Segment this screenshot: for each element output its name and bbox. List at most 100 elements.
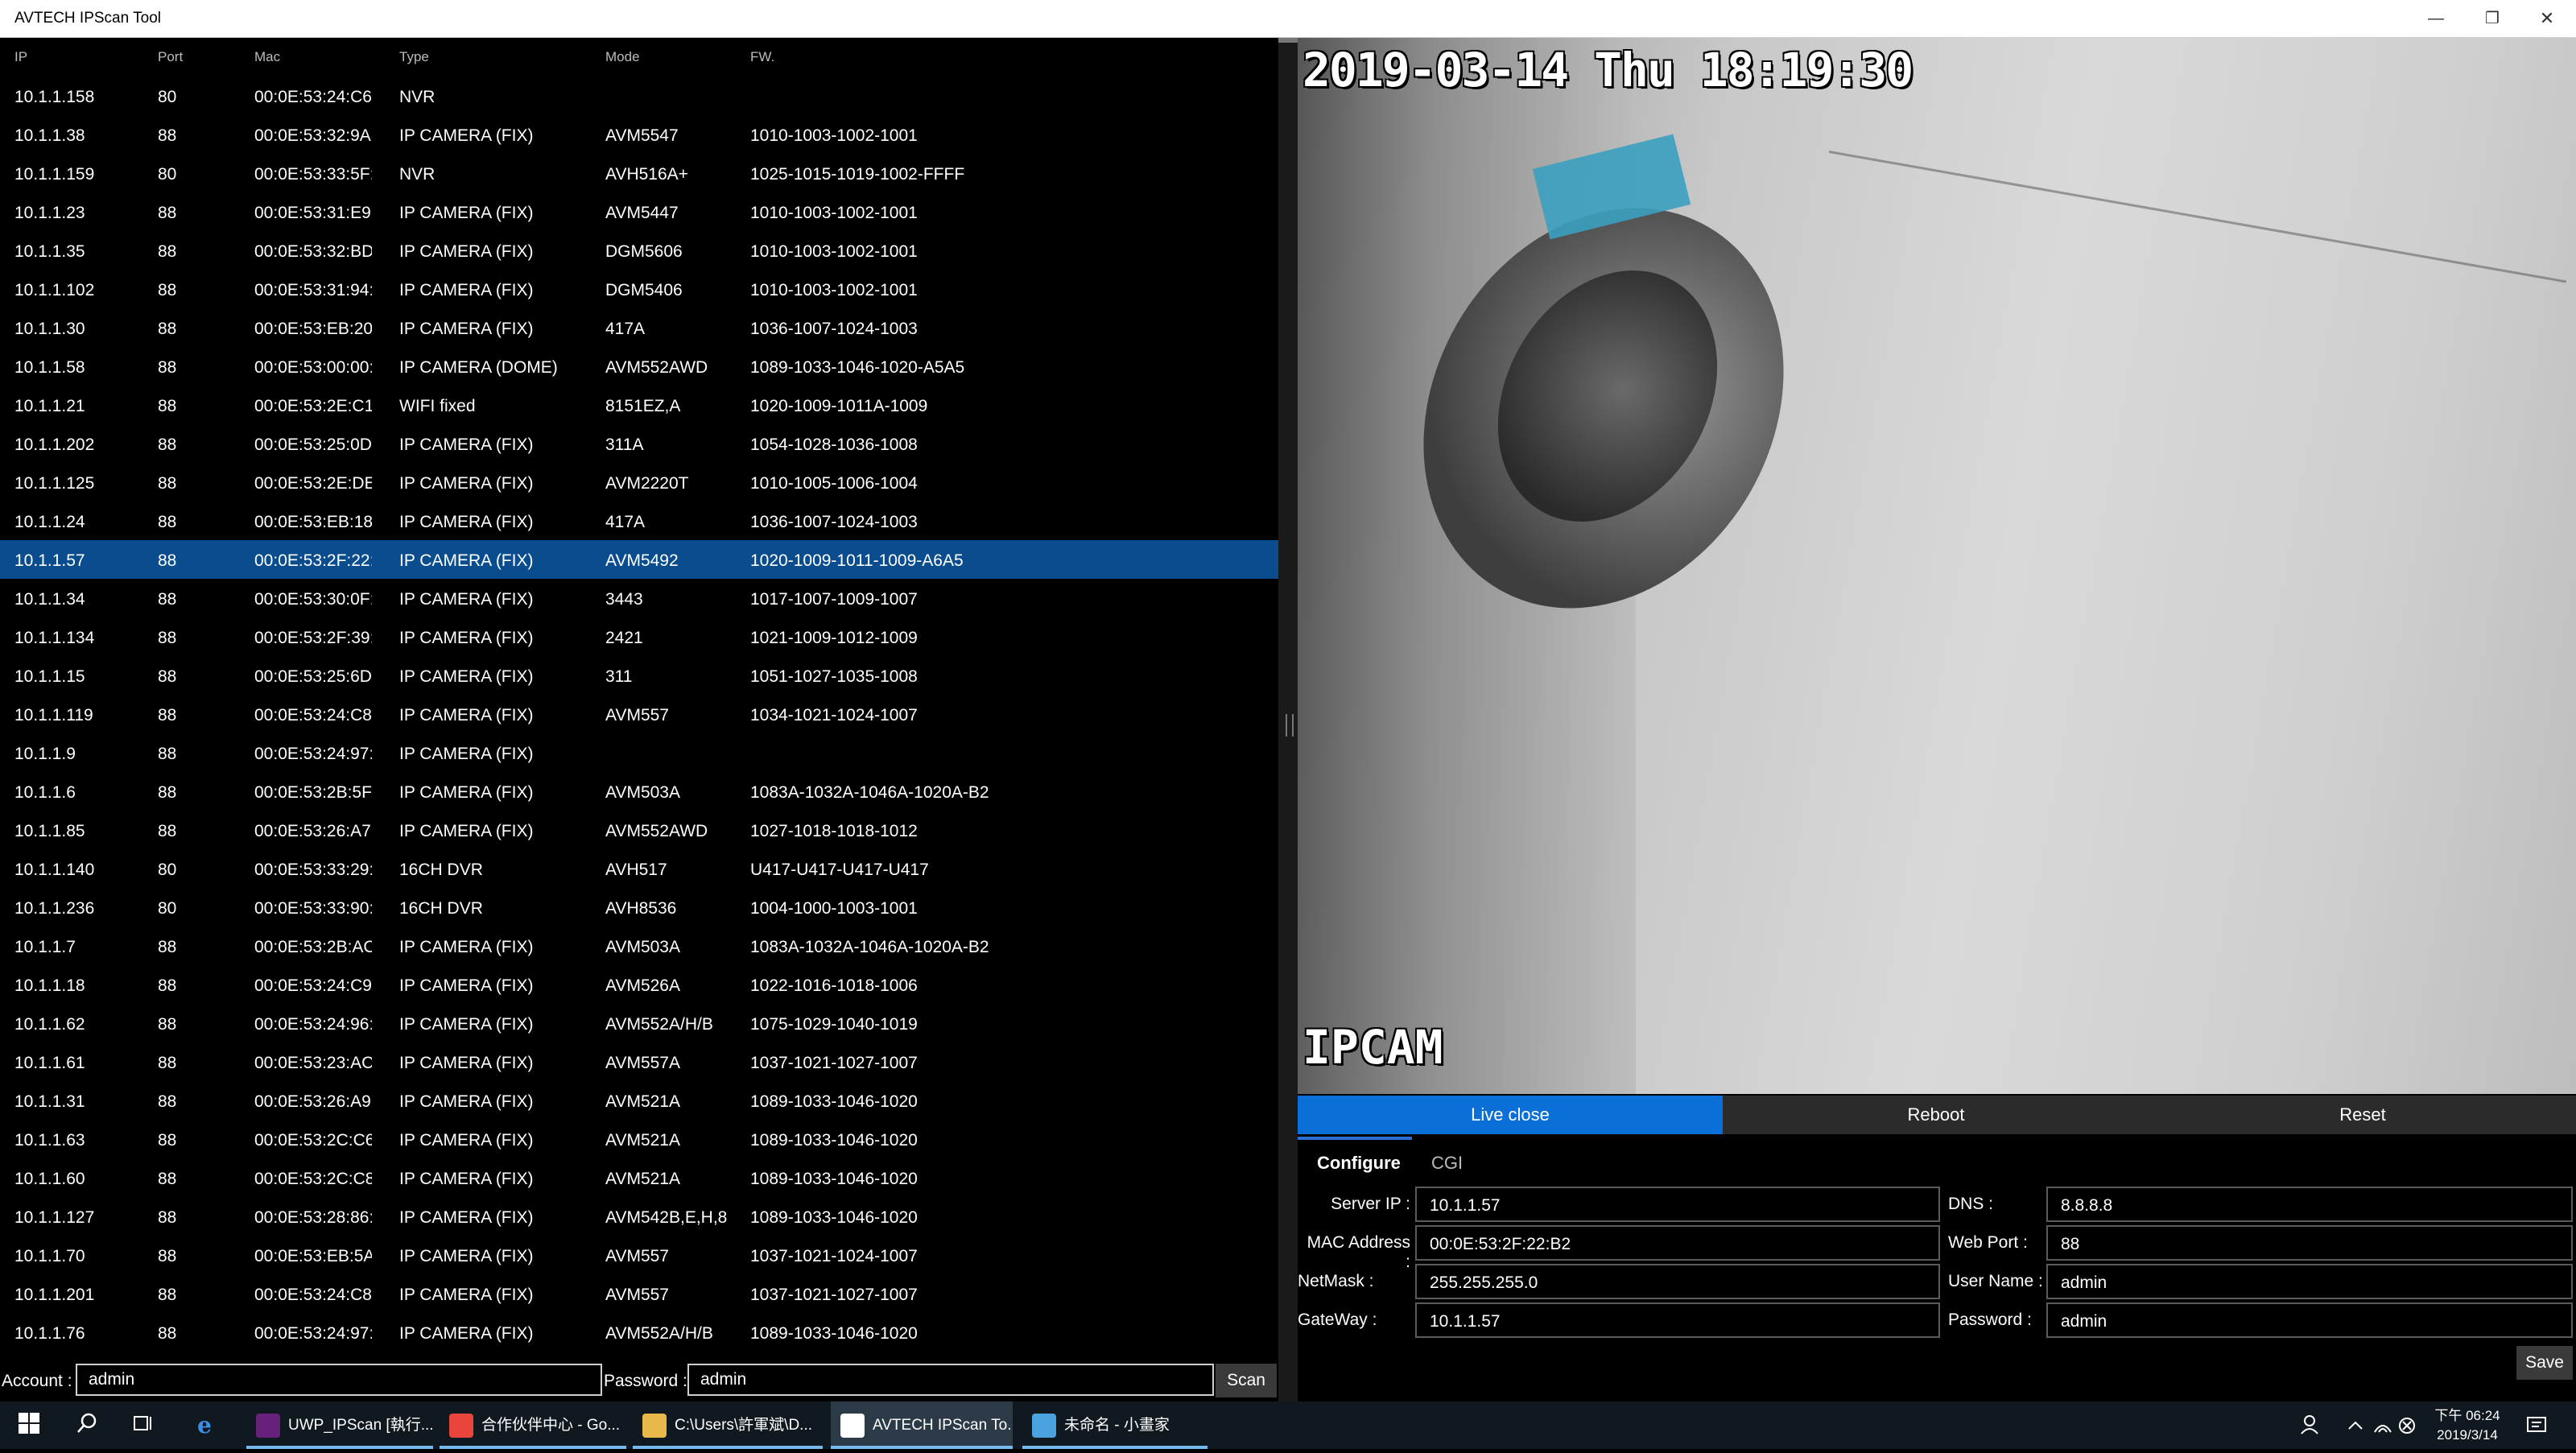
reset-button[interactable]: Reset bbox=[2149, 1096, 2576, 1134]
cell-fw: 1075-1029-1040-1019 bbox=[750, 1015, 918, 1034]
table-row[interactable]: 10.1.1.35 88 00:0E:53:32:BD IP CAMERA (FIX)… bbox=[0, 231, 1278, 270]
table-row-selected[interactable]: 10.1.1.57 88 00:0E:53:2F:22: IP CAMERA (FIX… bbox=[0, 540, 1278, 579]
cell-ip: 10.1.1.76 bbox=[14, 1324, 85, 1343]
header-fw[interactable]: FW. bbox=[750, 49, 774, 65]
table-row[interactable]: 10.1.1.31 88 00:0E:53:26:A9 IP CAMERA (FIX)… bbox=[0, 1081, 1278, 1120]
server-ip-field[interactable]: 10.1.1.57 bbox=[1415, 1187, 1940, 1222]
cell-mode: 2421 bbox=[605, 629, 643, 647]
table-row[interactable]: 10.1.1.30 88 00:0E:53:EB:20: IP CAMERA (FIX… bbox=[0, 308, 1278, 347]
netmask-field[interactable]: 255.255.255.0 bbox=[1415, 1264, 1940, 1299]
taskbar-app-3[interactable]: AVTECH IPScan To... bbox=[831, 1401, 1013, 1449]
table-row[interactable]: 10.1.1.119 88 00:0E:53:24:C8 IP CAMERA (FIX… bbox=[0, 695, 1278, 733]
table-row[interactable]: 10.1.1.38 88 00:0E:53:32:9A IP CAMERA (FIX)… bbox=[0, 115, 1278, 154]
user-name-field[interactable]: admin bbox=[2046, 1264, 2573, 1299]
table-row[interactable]: 10.1.1.236 80 00:0E:53:33:90: 16CH DVR AVH85… bbox=[0, 888, 1278, 927]
cell-type: IP CAMERA (FIX) bbox=[399, 551, 534, 570]
windows-start-icon[interactable] bbox=[14, 1411, 43, 1440]
save-button[interactable]: Save bbox=[2516, 1346, 2573, 1380]
web-port-field[interactable]: 88 bbox=[2046, 1225, 2573, 1261]
cell-fw: 1089-1033-1046-1020 bbox=[750, 1131, 918, 1150]
table-row[interactable]: 10.1.1.140 80 00:0E:53:33:29: 16CH DVR AVH51… bbox=[0, 849, 1278, 888]
header-port[interactable]: Port bbox=[158, 49, 183, 65]
table-row[interactable]: 10.1.1.15 88 00:0E:53:25:6D IP CAMERA (FIX)… bbox=[0, 656, 1278, 695]
table-row[interactable]: 10.1.1.60 88 00:0E:53:2C:C8 IP CAMERA (FIX)… bbox=[0, 1158, 1278, 1197]
tab-configure[interactable]: Configure bbox=[1317, 1153, 1401, 1174]
table-row[interactable]: 10.1.1.134 88 00:0E:53:2F:39: IP CAMERA (FI… bbox=[0, 617, 1278, 656]
cell-mode: AVM526A bbox=[605, 976, 680, 995]
system-clock[interactable]: 下午 06:24 2019/3/14 bbox=[2423, 1406, 2512, 1445]
cell-mac: 00:0E:53:24:97: bbox=[254, 745, 372, 763]
cell-fw: 1027-1018-1018-1012 bbox=[750, 822, 918, 840]
taskbar-app-2[interactable]: C:\Users\許軍斌\D... bbox=[633, 1401, 823, 1449]
mac-address-field[interactable]: 00:0E:53:2F:22:B2 bbox=[1415, 1225, 1940, 1261]
tab-cgi[interactable]: CGI bbox=[1431, 1153, 1463, 1174]
table-row[interactable]: 10.1.1.7 88 00:0E:53:2B:AC IP CAMERA (FIX) A… bbox=[0, 927, 1278, 965]
cell-port: 88 bbox=[158, 745, 177, 763]
table-row[interactable]: 10.1.1.201 88 00:0E:53:24:C8: IP CAMERA (FI… bbox=[0, 1274, 1278, 1313]
table-row[interactable]: 10.1.1.158 80 00:0E:53:24:C6: NVR bbox=[0, 76, 1278, 115]
task-view-icon[interactable] bbox=[129, 1411, 158, 1440]
table-row[interactable]: 10.1.1.6 88 00:0E:53:2B:5F: IP CAMERA (FIX)… bbox=[0, 772, 1278, 811]
table-row[interactable]: 10.1.1.76 88 00:0E:53:24:97: IP CAMERA (FIX… bbox=[0, 1313, 1278, 1352]
taskbar: e UWP_IPScan [執行... 合作伙伴中心 - Go... C:\User… bbox=[0, 1401, 2576, 1449]
password-input[interactable]: admin bbox=[687, 1364, 1214, 1396]
table-row[interactable]: 10.1.1.102 88 00:0E:53:31:94: IP CAMERA (FI… bbox=[0, 270, 1278, 308]
scrollbar-thumb[interactable] bbox=[1278, 38, 1298, 43]
header-type[interactable]: Type bbox=[399, 49, 429, 65]
account-label: Account : bbox=[2, 1372, 72, 1390]
table-row[interactable]: 10.1.1.34 88 00:0E:53:30:0F: IP CAMERA (FIX… bbox=[0, 579, 1278, 617]
close-button[interactable]: ✕ bbox=[2520, 0, 2574, 37]
table-row[interactable]: 10.1.1.85 88 00:0E:53:26:A7 IP CAMERA (FIX)… bbox=[0, 811, 1278, 849]
header-mac[interactable]: Mac bbox=[254, 49, 280, 65]
volume-muted-icon[interactable] bbox=[2397, 1401, 2417, 1449]
table-row[interactable]: 10.1.1.23 88 00:0E:53:31:E9: IP CAMERA (FIX… bbox=[0, 192, 1278, 231]
edge-browser-icon[interactable]: e bbox=[190, 1411, 219, 1440]
table-row[interactable]: 10.1.1.21 88 00:0E:53:2E:C1: WIFI fixed 8151… bbox=[0, 386, 1278, 424]
table-row[interactable]: 10.1.1.202 88 00:0E:53:25:0D IP CAMERA (FIX… bbox=[0, 424, 1278, 463]
chrome-icon bbox=[449, 1413, 473, 1438]
account-input[interactable]: admin bbox=[76, 1364, 602, 1396]
splitter-grip-icon[interactable] bbox=[1286, 714, 1294, 737]
header-mode[interactable]: Mode bbox=[605, 49, 640, 65]
people-icon[interactable] bbox=[2299, 1401, 2323, 1449]
search-icon[interactable] bbox=[72, 1411, 101, 1440]
scan-button[interactable]: Scan bbox=[1216, 1364, 1277, 1397]
password-config-field[interactable]: admin bbox=[2046, 1302, 2573, 1338]
splitter[interactable] bbox=[1278, 38, 1298, 1401]
cell-ip: 10.1.1.85 bbox=[14, 822, 85, 840]
notification-center-icon[interactable] bbox=[2524, 1401, 2549, 1449]
live-close-button[interactable]: Live close bbox=[1298, 1096, 1723, 1134]
cell-fw: 1089-1033-1046-1020-A5A5 bbox=[750, 358, 965, 377]
network-icon[interactable] bbox=[2373, 1401, 2392, 1449]
table-row[interactable]: 10.1.1.18 88 00:0E:53:24:C9: IP CAMERA (FIX… bbox=[0, 965, 1278, 1004]
table-row[interactable]: 10.1.1.70 88 00:0E:53:EB:5A IP CAMERA (FIX)… bbox=[0, 1236, 1278, 1274]
cell-fw: 1021-1009-1012-1009 bbox=[750, 629, 918, 647]
table-row[interactable]: 10.1.1.24 88 00:0E:53:EB:18: IP CAMERA (FIX… bbox=[0, 502, 1278, 540]
table-row[interactable]: 10.1.1.61 88 00:0E:53:23:AC IP CAMERA (FIX)… bbox=[0, 1042, 1278, 1081]
dns-label: DNS : bbox=[1948, 1195, 1994, 1213]
cell-fw: 1089-1033-1046-1020 bbox=[750, 1208, 918, 1227]
table-row[interactable]: 10.1.1.9 88 00:0E:53:24:97: IP CAMERA (FIX) bbox=[0, 733, 1278, 772]
table-row[interactable]: 10.1.1.58 88 00:0E:53:00:00: IP CAMERA (DOM… bbox=[0, 347, 1278, 386]
table-row[interactable]: 10.1.1.125 88 00:0E:53:2E:DE IP CAMERA (FIX… bbox=[0, 463, 1278, 502]
table-row[interactable]: 10.1.1.63 88 00:0E:53:2C:C6 IP CAMERA (FIX)… bbox=[0, 1120, 1278, 1158]
table-row[interactable]: 10.1.1.127 88 00:0E:53:28:86: IP CAMERA (FI… bbox=[0, 1197, 1278, 1236]
table-row[interactable]: 10.1.1.159 80 00:0E:53:33:5F: NVR AVH516A+ 10… bbox=[0, 154, 1278, 192]
cell-port: 80 bbox=[158, 899, 177, 918]
cell-ip: 10.1.1.30 bbox=[14, 320, 85, 338]
taskbar-app-0[interactable]: UWP_IPScan [執行... bbox=[246, 1401, 433, 1449]
reboot-button[interactable]: Reboot bbox=[1723, 1096, 2149, 1134]
cell-mac: 00:0E:53:23:AC bbox=[254, 1054, 372, 1072]
minimize-button[interactable]: — bbox=[2409, 0, 2463, 37]
cell-mode: AVM557 bbox=[605, 706, 669, 724]
taskbar-app-1[interactable]: 合作伙伴中心 - Go... bbox=[440, 1401, 626, 1449]
maximize-button[interactable]: ❐ bbox=[2465, 0, 2520, 37]
header-ip[interactable]: IP bbox=[14, 49, 27, 65]
taskbar-app-4[interactable]: 未命名 - 小畫家 bbox=[1022, 1401, 1208, 1449]
tray-expand-icon[interactable] bbox=[2346, 1401, 2365, 1449]
dns-field[interactable]: 8.8.8.8 bbox=[2046, 1187, 2573, 1222]
cell-ip: 10.1.1.38 bbox=[14, 126, 85, 145]
table-row[interactable]: 10.1.1.62 88 00:0E:53:24:96: IP CAMERA (FIX… bbox=[0, 1004, 1278, 1042]
gateway-field[interactable]: 10.1.1.57 bbox=[1415, 1302, 1940, 1338]
cell-mac: 00:0E:53:26:A9 bbox=[254, 1092, 371, 1111]
